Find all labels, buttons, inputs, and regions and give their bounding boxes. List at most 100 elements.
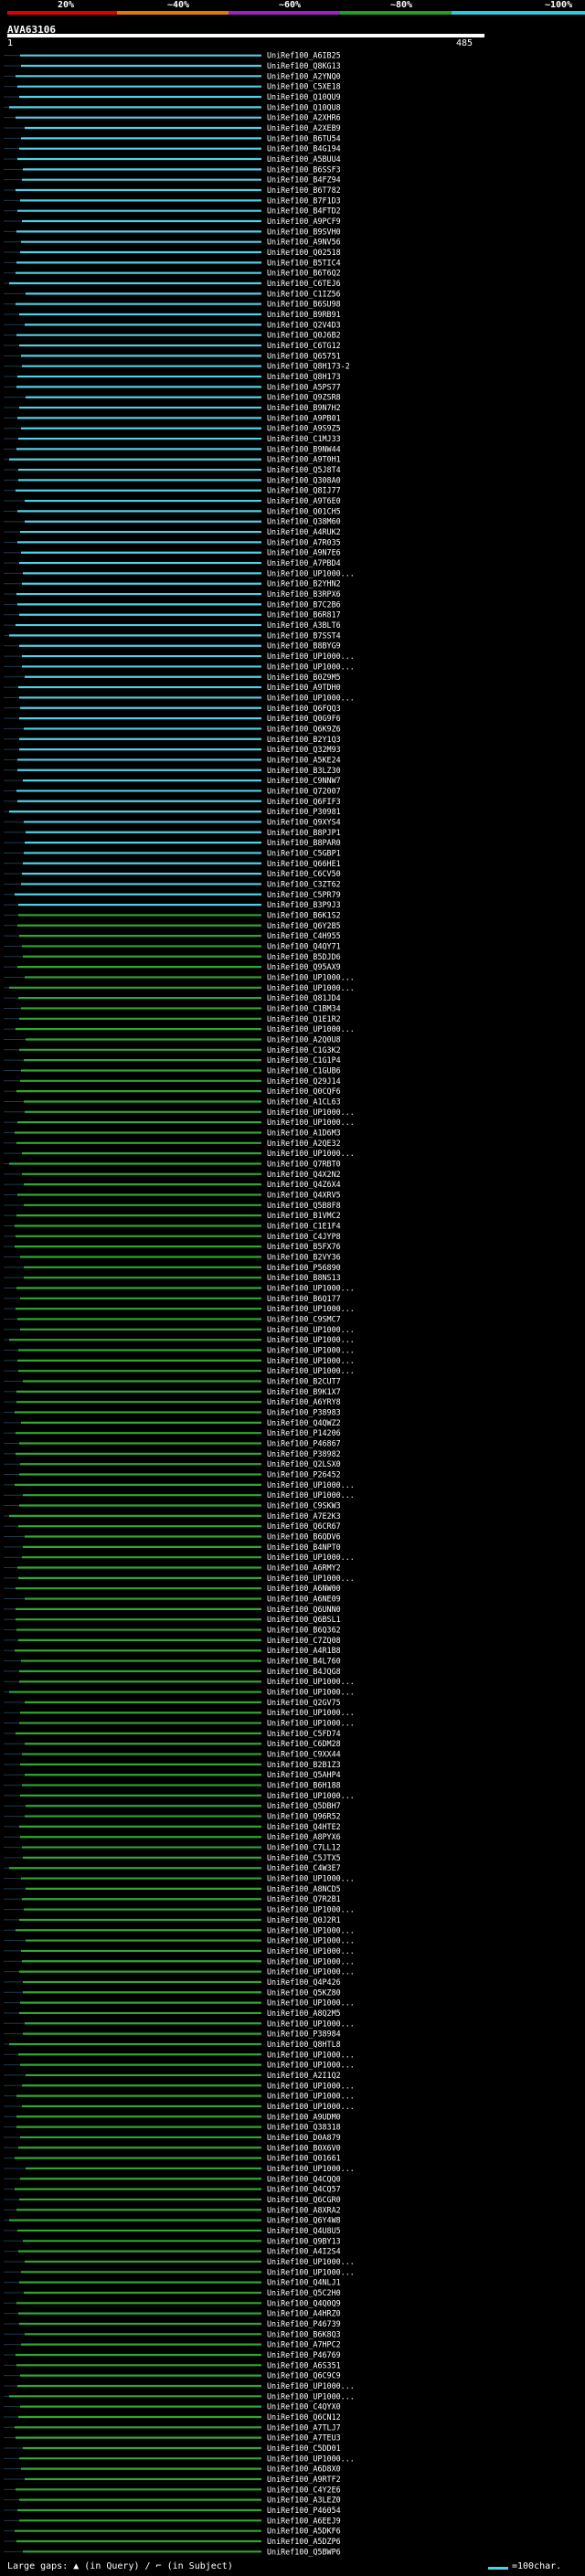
hit-row[interactable]: UniRef100_B4JQG8 bbox=[4, 1667, 341, 1676]
hit-row[interactable]: UniRef100_D0A879 bbox=[4, 2133, 341, 2142]
hit-label[interactable]: UniRef100_A8Q2M5 bbox=[267, 2009, 341, 2018]
hit-label[interactable]: UniRef100_UP1000... bbox=[267, 2092, 355, 2101]
hit-row[interactable]: UniRef100_Q95AX9 bbox=[4, 962, 341, 971]
hit-row[interactable]: UniRef100_A5DKF6 bbox=[4, 2527, 341, 2536]
hit-label[interactable]: UniRef100_Q6CN12 bbox=[267, 2412, 341, 2422]
hit-row[interactable]: UniRef100_UP1000... bbox=[4, 652, 355, 661]
hit-label[interactable]: UniRef100_UP1000... bbox=[267, 2102, 355, 2111]
hit-row[interactable]: UniRef100_B4FZ94 bbox=[4, 175, 341, 185]
hit-label[interactable]: UniRef100_UP1000... bbox=[267, 2164, 355, 2173]
hit-row[interactable]: UniRef100_C1G1P4 bbox=[4, 1055, 341, 1065]
hit-label[interactable]: UniRef100_Q2LSX0 bbox=[267, 1459, 341, 1468]
hit-row[interactable]: UniRef100_B2YHN2 bbox=[4, 579, 341, 588]
hit-label[interactable]: UniRef100_B6TU54 bbox=[267, 133, 341, 143]
hit-label[interactable]: UniRef100_C4QYX0 bbox=[267, 2402, 341, 2412]
hit-label[interactable]: UniRef100_P46739 bbox=[267, 2319, 341, 2328]
hit-label[interactable]: UniRef100_A4R1B8 bbox=[267, 1646, 341, 1655]
hit-label[interactable]: UniRef100_Q4P426 bbox=[267, 1977, 341, 1987]
hit-label[interactable]: UniRef100_P46867 bbox=[267, 1439, 341, 1448]
hit-row[interactable]: UniRef100_A9RTF2 bbox=[4, 2475, 341, 2484]
hit-label[interactable]: UniRef100_A1CL63 bbox=[267, 1097, 341, 1106]
hit-row[interactable]: UniRef100_B6K1S2 bbox=[4, 910, 341, 919]
hit-label[interactable]: UniRef100_UP1000... bbox=[267, 1024, 355, 1034]
hit-row[interactable]: UniRef100_UP1000... bbox=[4, 1553, 355, 1562]
hit-label[interactable]: UniRef100_B6H188 bbox=[267, 1781, 341, 1790]
hit-row[interactable]: UniRef100_Q6CN12 bbox=[4, 2412, 341, 2422]
hit-label[interactable]: UniRef100_UP1000... bbox=[267, 2019, 355, 2028]
hit-label[interactable]: UniRef100_UP1000... bbox=[267, 1688, 355, 1697]
hit-label[interactable]: UniRef100_Q66HE1 bbox=[267, 859, 341, 868]
hit-label[interactable]: UniRef100_B9NW44 bbox=[267, 444, 341, 453]
hit-row[interactable]: UniRef100_A7E2K3 bbox=[4, 1511, 341, 1521]
hit-label[interactable]: UniRef100_Q0J2R1 bbox=[267, 1915, 341, 1924]
hit-label[interactable]: UniRef100_UP1000... bbox=[267, 1325, 355, 1334]
hit-row[interactable]: UniRef100_P46769 bbox=[4, 2350, 341, 2359]
hit-row[interactable]: UniRef100_UP1000... bbox=[4, 1998, 355, 2008]
hit-row[interactable]: UniRef100_B6TU54 bbox=[4, 133, 341, 143]
hit-label[interactable]: UniRef100_A9T0H1 bbox=[267, 455, 341, 464]
hit-row[interactable]: UniRef100_A4RUK2 bbox=[4, 527, 341, 536]
hit-row[interactable]: UniRef100_Q8H173-2 bbox=[4, 362, 350, 371]
hit-label[interactable]: UniRef100_UP1000... bbox=[267, 1708, 355, 1717]
hit-row[interactable]: UniRef100_Q6C9C9 bbox=[4, 2371, 341, 2380]
hit-label[interactable]: UniRef100_B2Y1Q3 bbox=[267, 735, 341, 744]
hit-label[interactable]: UniRef100_A7E2K3 bbox=[267, 1511, 341, 1521]
hit-label[interactable]: UniRef100_UP1000... bbox=[267, 1874, 355, 1883]
hit-row[interactable]: UniRef100_Q9XYS4 bbox=[4, 817, 341, 826]
hit-label[interactable]: UniRef100_P38982 bbox=[267, 1449, 341, 1458]
hit-row[interactable]: UniRef100_UP1000... bbox=[4, 2454, 355, 2463]
hit-label[interactable]: UniRef100_A7HPC2 bbox=[267, 2340, 341, 2349]
hit-label[interactable]: UniRef100_B5DJD6 bbox=[267, 952, 341, 961]
hit-row[interactable]: UniRef100_P38983 bbox=[4, 1408, 341, 1417]
hit-row[interactable]: UniRef100_UP1000... bbox=[4, 1346, 355, 1355]
hit-label[interactable]: UniRef100_A8PYX6 bbox=[267, 1832, 341, 1841]
hit-row[interactable]: UniRef100_Q01CH5 bbox=[4, 506, 341, 515]
hit-row[interactable]: UniRef100_B6SU98 bbox=[4, 300, 341, 309]
hit-row[interactable]: UniRef100_UP1000... bbox=[4, 983, 355, 992]
hit-row[interactable]: UniRef100_Q4XRV5 bbox=[4, 1190, 341, 1199]
hit-row[interactable]: UniRef100_A1D6M3 bbox=[4, 1128, 341, 1137]
hit-row[interactable]: UniRef100_A9PCF9 bbox=[4, 217, 341, 226]
hit-label[interactable]: UniRef100_Q4CQ57 bbox=[267, 2185, 341, 2194]
hit-label[interactable]: UniRef100_UP1000... bbox=[267, 1936, 355, 1945]
hit-label[interactable]: UniRef100_P38984 bbox=[267, 2030, 341, 2039]
hit-row[interactable]: UniRef100_Q6FIF3 bbox=[4, 797, 341, 806]
hit-row[interactable]: UniRef100_A3BLT6 bbox=[4, 620, 341, 630]
hit-row[interactable]: UniRef100_B5TIC4 bbox=[4, 258, 341, 267]
hit-label[interactable]: UniRef100_A2QE32 bbox=[267, 1139, 341, 1148]
hit-row[interactable]: UniRef100_UP1000... bbox=[4, 1335, 355, 1344]
hit-row[interactable]: UniRef100_B9SVH0 bbox=[4, 227, 341, 236]
hit-row[interactable]: UniRef100_UP1000... bbox=[4, 1325, 355, 1334]
hit-row[interactable]: UniRef100_Q9BY13 bbox=[4, 2236, 341, 2245]
hit-row[interactable]: UniRef100_Q7R2B1 bbox=[4, 1894, 341, 1903]
hit-row[interactable]: UniRef100_Q4NLJ1 bbox=[4, 2278, 341, 2287]
hit-label[interactable]: UniRef100_UP1000... bbox=[267, 1719, 355, 1728]
hit-label[interactable]: UniRef100_Q4Z6X4 bbox=[267, 1180, 341, 1189]
hit-label[interactable]: UniRef100_A9PB01 bbox=[267, 413, 341, 422]
hit-row[interactable]: UniRef100_UP1000... bbox=[4, 1719, 355, 1728]
hit-row[interactable]: UniRef100_Q5C2H0 bbox=[4, 2288, 341, 2297]
hit-row[interactable]: UniRef100_B5FX76 bbox=[4, 1242, 341, 1251]
hit-row[interactable]: UniRef100_Q38318 bbox=[4, 2123, 341, 2132]
hit-label[interactable]: UniRef100_C1BM34 bbox=[267, 1003, 341, 1012]
hit-label[interactable]: UniRef100_Q8IJ77 bbox=[267, 486, 341, 495]
hit-label[interactable]: UniRef100_Q38M60 bbox=[267, 517, 341, 526]
hit-row[interactable]: UniRef100_UP1000... bbox=[4, 1118, 355, 1127]
hit-label[interactable]: UniRef100_C4H955 bbox=[267, 931, 341, 940]
hit-row[interactable]: UniRef100_A3LEZ0 bbox=[4, 2496, 341, 2505]
hit-label[interactable]: UniRef100_Q32M93 bbox=[267, 745, 341, 754]
hit-row[interactable]: UniRef100_UP1000... bbox=[4, 2061, 355, 2070]
hit-row[interactable]: UniRef100_P46739 bbox=[4, 2319, 341, 2328]
hit-label[interactable]: UniRef100_B6R817 bbox=[267, 610, 341, 620]
hit-label[interactable]: UniRef100_Q5BWP6 bbox=[267, 2547, 341, 2556]
hit-row[interactable]: UniRef100_A6S351 bbox=[4, 2360, 341, 2369]
hit-row[interactable]: UniRef100_A9TDH0 bbox=[4, 683, 341, 692]
hit-row[interactable]: UniRef100_A6NE09 bbox=[4, 1595, 341, 1604]
hit-row[interactable]: UniRef100_A5KE24 bbox=[4, 755, 341, 764]
hit-label[interactable]: UniRef100_B2VY36 bbox=[267, 1252, 341, 1261]
hit-label[interactable]: UniRef100_UP1000... bbox=[267, 1998, 355, 2008]
hit-row[interactable]: UniRef100_B6Q177 bbox=[4, 1294, 341, 1303]
hit-row[interactable]: UniRef100_C6DM28 bbox=[4, 1739, 341, 1748]
hit-row[interactable]: UniRef100_A9NV56 bbox=[4, 238, 341, 247]
hit-label[interactable]: UniRef100_Q4X2N2 bbox=[267, 1170, 341, 1179]
